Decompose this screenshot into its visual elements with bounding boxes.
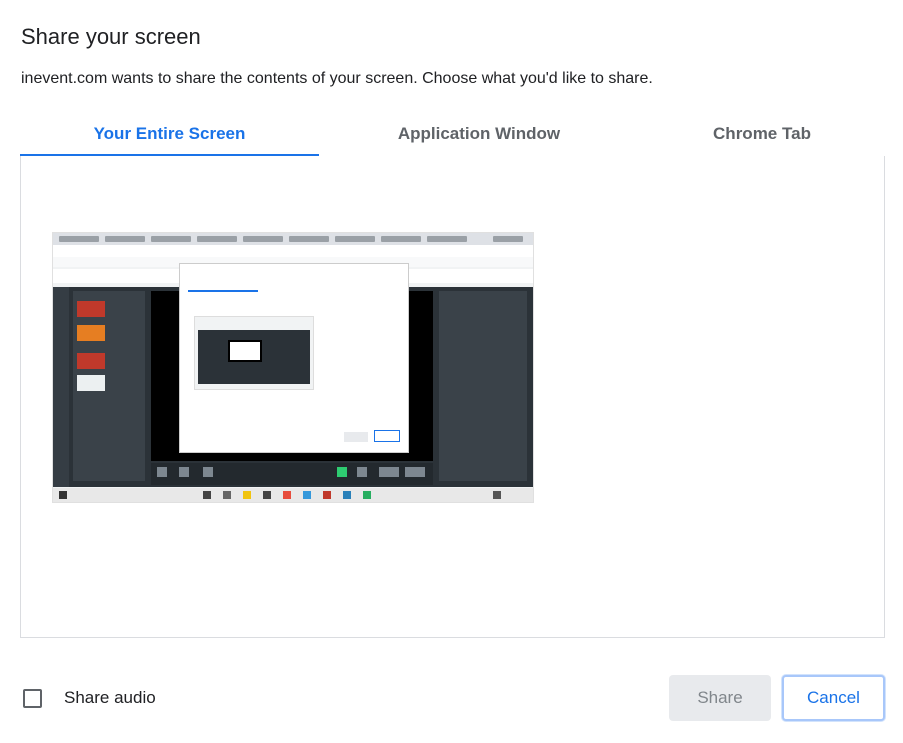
share-audio-toggle[interactable]: Share audio [23,688,156,708]
cancel-button[interactable]: Cancel [782,675,885,721]
thumbnail-side-list [73,291,145,481]
source-tabs: Your Entire Screen Application Window Ch… [20,112,885,157]
share-button[interactable]: Share [669,675,771,721]
thumbnail-right-panel [439,291,527,481]
share-screen-dialog: Share your screen inevent.com wants to s… [0,0,903,743]
share-audio-label: Share audio [64,688,156,707]
dialog-subtitle: inevent.com wants to share the contents … [21,70,653,87]
source-picker-panel [20,156,885,638]
tab-chrome-tab[interactable]: Chrome Tab [639,112,885,156]
thumbnail-control-bar [151,463,433,485]
thumbnail-left-rail [53,287,69,487]
tab-your-entire-screen[interactable]: Your Entire Screen [20,112,319,157]
entire-screen-thumbnail[interactable] [52,232,534,503]
thumbnail-nested-dialog [179,263,409,453]
thumbnail-taskbar [53,488,533,502]
thumbnail-browser-tabbar [53,233,533,245]
dialog-title: Share your screen [21,24,201,49]
share-audio-checkbox[interactable] [23,688,42,708]
tab-application-window[interactable]: Application Window [319,112,639,156]
